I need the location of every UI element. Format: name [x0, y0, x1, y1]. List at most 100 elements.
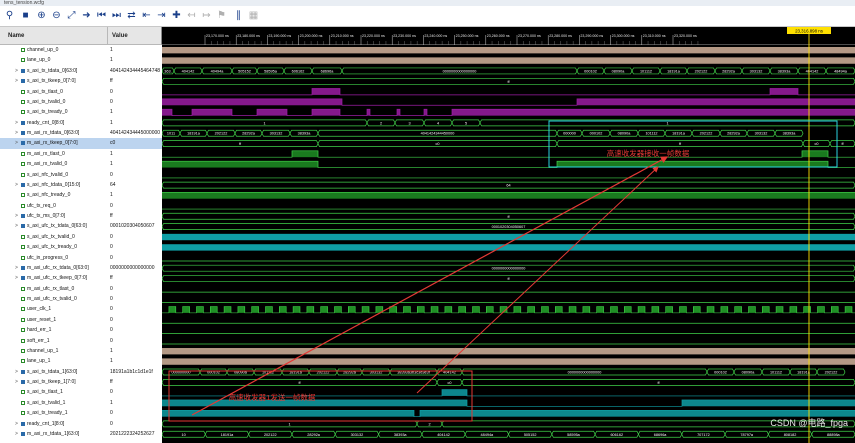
signal-row[interactable]: > ufc_tx_ms_0[7:0] — [0, 211, 108, 221]
signal-name: s_axi_tx_tdata_1[63:0] — [27, 368, 78, 375]
signal-row[interactable]: m_axi_ufc_rx_tvalid_0 — [0, 294, 108, 304]
signal-row[interactable]: ufc_tx_req_0 — [0, 201, 108, 211]
clock-high-fill — [610, 306, 618, 313]
signal-row[interactable]: m_axi_rx_tlast_0 — [0, 149, 108, 159]
bit-trace — [162, 150, 855, 158]
signal-name: m_axi_rx_tlast_0 — [27, 150, 65, 157]
expand-chevron-icon[interactable]: > — [15, 76, 18, 86]
signal-row[interactable]: s_axi_nfc_tready_0 — [0, 190, 108, 200]
bit-signal-icon — [21, 286, 25, 291]
swap-cursor-icon[interactable]: ⇄ — [125, 9, 138, 22]
clock-high-fill — [720, 306, 728, 313]
time-axis[interactable]: 23,170.000 ns 23,180.000 ns 23,190.000 ns 2… — [162, 27, 855, 45]
bus-value-label: 1011 — [167, 132, 175, 136]
cursor-to-zero-icon[interactable]: ➜ — [80, 9, 93, 22]
signal-row[interactable]: ufc_in_progress_0 — [0, 253, 108, 263]
signal-row[interactable]: soft_err_1 — [0, 336, 108, 346]
signal-value: 1 — [110, 161, 113, 168]
signal-row[interactable]: > s_axi_nfc_tdata_0[15:0] — [0, 180, 108, 190]
signal-name: s_axi_nfc_tvalid_0 — [27, 171, 69, 178]
signal-row[interactable]: > ready_cnt_0[8:0] — [0, 118, 108, 128]
signal-row[interactable]: s_axi_tx_tready_0 — [0, 107, 108, 117]
signal-row[interactable]: channel_up_1 — [0, 346, 108, 356]
clock-high-fill — [845, 306, 852, 313]
bit-signal-icon — [21, 390, 25, 395]
bus-value-label: 303132 — [351, 433, 364, 437]
signal-row[interactable]: > s_axi_tx_tkeep_0[7:0] — [0, 76, 108, 86]
expand-chevron-icon[interactable]: > — [15, 138, 18, 148]
expand-chevron-icon[interactable]: > — [15, 419, 18, 429]
snap-icon[interactable]: ∥ — [232, 9, 245, 22]
zoom-fit-icon[interactable]: ⤢ — [65, 9, 78, 22]
signal-row[interactable]: m_axi_rx_tvalid_0 — [0, 159, 108, 169]
expand-chevron-icon[interactable]: > — [15, 273, 18, 283]
expand-chevron-icon[interactable]: > — [15, 263, 18, 273]
signal-row[interactable]: hard_err_1 — [0, 325, 108, 335]
bit-high-fill — [682, 399, 855, 407]
bit-high-fill — [424, 109, 427, 116]
axis-tick-label: 23,210.000 ns — [331, 34, 354, 38]
search-icon[interactable]: ⚲ — [3, 9, 16, 22]
signal-row[interactable]: lane_up_1 — [0, 356, 108, 366]
bus-value-label: 88898a — [827, 433, 841, 437]
signal-row[interactable]: user_reset_1 — [0, 315, 108, 325]
signal-row[interactable]: > s_axi_tx_tkeep_1[7:0] — [0, 377, 108, 387]
tx-annotation-text: 高速收发器1发送一帧数据 — [229, 392, 316, 402]
clock-high-fill — [237, 306, 245, 313]
waveform-area[interactable]: 363. 404142 40494a 505152 58595a 606162 68696a… — [162, 45, 855, 443]
marker-icon[interactable]: ⚑ — [215, 9, 228, 22]
bus-value-label: 18191a — [667, 69, 681, 73]
axis-tick-label: 23,280.000 ns — [549, 34, 572, 38]
signal-row[interactable]: > m_axi_rx_tdata_1[63:0] — [0, 429, 108, 439]
signal-row[interactable]: user_clk_1 — [0, 304, 108, 314]
zoom-out-icon[interactable]: ⊖ — [50, 9, 63, 22]
next-transition-icon[interactable]: ⇥ — [155, 9, 168, 22]
signal-row[interactable]: > s_axi_tx_tdata_0[63:0] — [0, 66, 108, 76]
signal-name: s_axi_ufc_tx_tvalid_0 — [27, 233, 75, 240]
signal-row[interactable]: > m_axi_rx_tdata_0[63:0] — [0, 128, 108, 138]
expand-chevron-icon[interactable]: > — [15, 377, 18, 387]
expand-chevron-icon[interactable]: > — [15, 128, 18, 138]
toggle-icon[interactable]: ▦ — [247, 9, 260, 22]
signal-row[interactable]: lane_up_0 — [0, 55, 108, 65]
zoom-in-icon[interactable]: ⊕ — [35, 9, 48, 22]
signal-row[interactable]: s_axi_ufc_tx_tready_0 — [0, 242, 108, 252]
expand-chevron-icon[interactable]: > — [15, 221, 18, 231]
signal-row[interactable]: m_axi_ufc_rx_tlast_0 — [0, 284, 108, 294]
bus-value-label: 28292a — [307, 433, 321, 437]
bit-signal-icon — [21, 162, 25, 167]
signal-row[interactable]: s_axi_tx_tlast_0 — [0, 87, 108, 97]
signal-row[interactable]: > m_axi_ufc_rx_tkeep_0[7:0] — [0, 273, 108, 283]
signal-row[interactable]: s_axi_ufc_tx_tvalid_0 — [0, 232, 108, 242]
expand-chevron-icon[interactable]: > — [15, 211, 18, 221]
signal-row[interactable]: > m_axi_rx_tkeep_0[7:0] — [0, 138, 108, 149]
value-column-header[interactable]: Value — [108, 27, 162, 45]
signal-row[interactable]: s_axi_tx_tvalid_1 — [0, 398, 108, 408]
expand-chevron-icon[interactable]: > — [15, 118, 18, 128]
signal-row[interactable]: s_axi_tx_tlast_1 — [0, 387, 108, 397]
add-marker-icon[interactable]: ✚ — [170, 9, 183, 22]
bus-value-label: 1 — [263, 121, 265, 125]
signal-row[interactable]: s_axi_tx_tready_1 — [0, 408, 108, 418]
signal-name: s_axi_nfc_tdata_0[15:0] — [27, 181, 81, 188]
signal-row[interactable]: > s_axi_ufc_tx_tdata_0[63:0] — [0, 221, 108, 231]
expand-chevron-icon[interactable]: > — [15, 429, 18, 439]
signal-row[interactable]: s_axi_tx_tvalid_0 — [0, 97, 108, 107]
previous-transition-icon[interactable]: ⇤ — [140, 9, 153, 22]
bus-value-label: 08090a — [612, 69, 626, 73]
previous-marker-icon[interactable]: ↤ — [185, 9, 198, 22]
expand-chevron-icon[interactable]: > — [15, 180, 18, 190]
go-to-end-icon[interactable]: ⏭ — [110, 9, 123, 22]
go-to-start-icon[interactable]: ⏮ — [95, 9, 108, 22]
signal-row[interactable]: s_axi_nfc_tvalid_0 — [0, 170, 108, 180]
save-icon[interactable]: ■ — [19, 9, 32, 22]
signal-row[interactable]: > ready_cnt_1[8:0] — [0, 419, 108, 429]
signal-row[interactable]: > m_axi_ufc_rx_tdata_0[63:0] — [0, 263, 108, 273]
next-marker-icon[interactable]: ↦ — [200, 9, 213, 22]
expand-chevron-icon[interactable]: > — [15, 367, 18, 377]
signal-value: ff — [110, 275, 113, 282]
signal-row[interactable]: > s_axi_tx_tdata_1[63:0] — [0, 367, 108, 377]
name-column-header[interactable]: Name — [0, 27, 108, 45]
signal-row[interactable]: channel_up_0 — [0, 45, 108, 55]
expand-chevron-icon[interactable]: > — [15, 66, 18, 76]
